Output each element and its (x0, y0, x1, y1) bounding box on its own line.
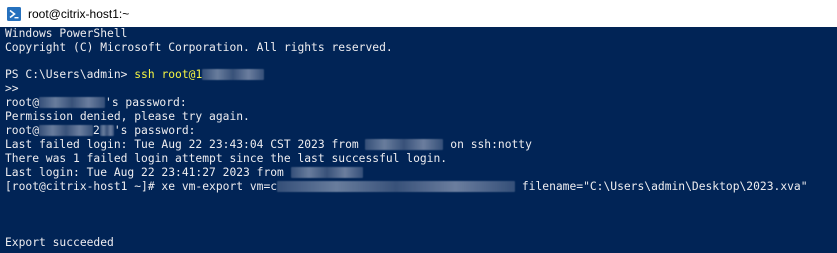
redacted-ip (365, 139, 444, 150)
ps-prompt: PS C:\Users\admin> (5, 68, 135, 81)
ssh-command-line: PS C:\Users\admin> ssh root@1 (5, 68, 265, 82)
permission-denied-line: Permission denied, please try again. (5, 110, 250, 123)
password-prompt-line: root@'s password: (5, 96, 187, 109)
failed-attempts-line: There was 1 failed login attempt since t… (5, 152, 448, 165)
redacted-ip (39, 125, 94, 136)
ssh-command: ssh root@1 (134, 68, 203, 81)
redacted-host (202, 69, 265, 80)
last-failed-login-line: Last failed login: Tue Aug 22 23:43:04 C… (5, 138, 532, 151)
last-login-line: Last login: Tue Aug 22 23:41:27 2023 fro… (5, 166, 363, 180)
vm-export-command-line: [root@citrix-host1 ~]# xe vm-export vm=c… (5, 180, 808, 193)
copyright-line: Copyright (C) Microsoft Corporation. All… (5, 41, 393, 54)
terminal-window: root@citrix-host1:~ Windows PowerShell C… (0, 0, 837, 253)
window-title: root@citrix-host1:~ (28, 6, 130, 21)
continuation-line: >> (5, 82, 19, 95)
export-result-line: Export succeeded (5, 236, 114, 249)
banner-line: Windows PowerShell (5, 27, 128, 40)
redacted-vm-name (277, 181, 516, 192)
redacted-ip (39, 97, 106, 108)
title-bar[interactable]: root@citrix-host1:~ (0, 0, 837, 27)
password-prompt-line-2: root@ 2's password: (5, 124, 196, 137)
powershell-icon (7, 6, 21, 21)
redacted-ip (290, 167, 363, 178)
redacted-ip (99, 125, 114, 136)
console-output[interactable]: Windows PowerShell Copyright (C) Microso… (0, 27, 837, 253)
